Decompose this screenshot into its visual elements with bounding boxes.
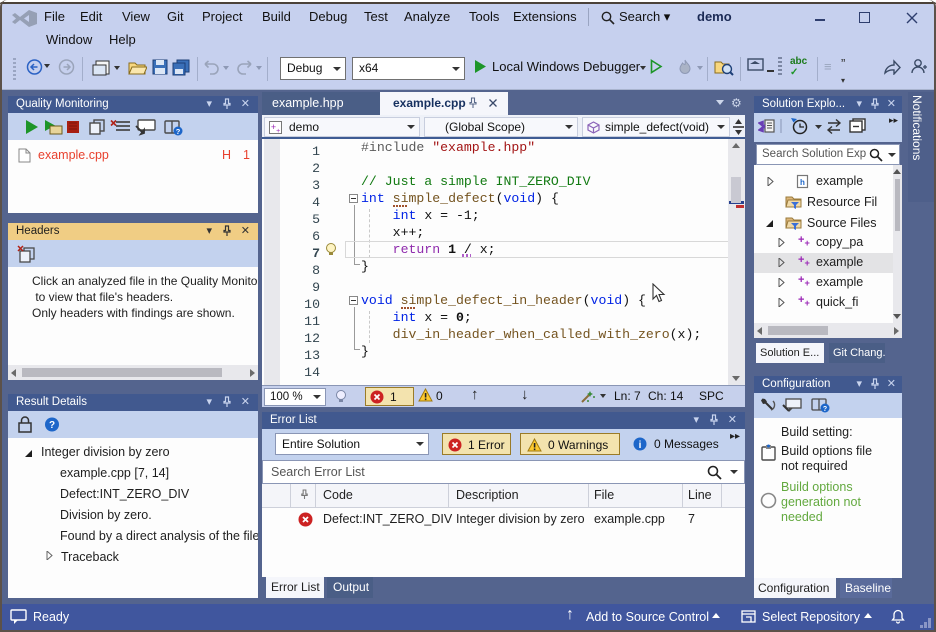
svg-text:h: h bbox=[800, 178, 805, 187]
svg-text:?: ? bbox=[823, 406, 827, 413]
svg-text:?: ? bbox=[176, 127, 181, 136]
svg-text:i: i bbox=[639, 440, 642, 451]
svg-text:?: ? bbox=[49, 420, 55, 431]
